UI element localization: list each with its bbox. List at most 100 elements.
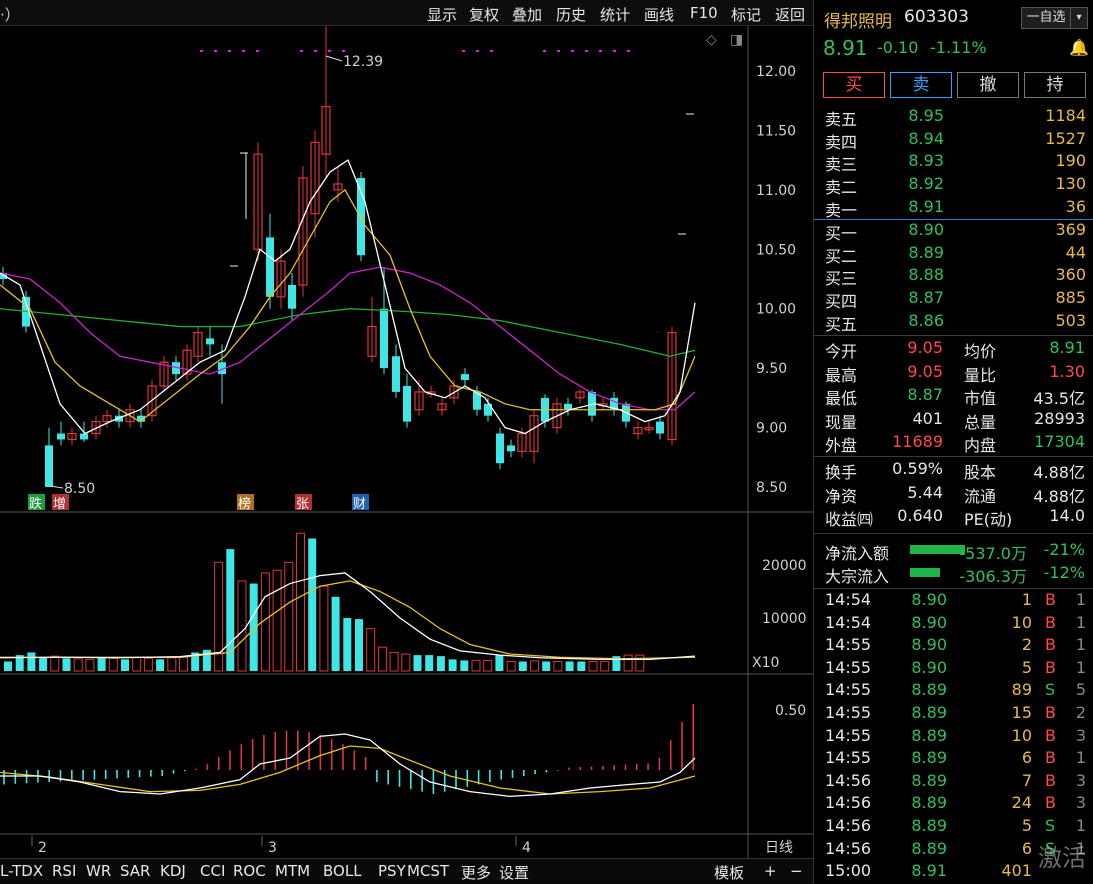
flow-pct: -21% bbox=[1043, 540, 1085, 559]
info-value: 5.44 bbox=[907, 482, 943, 502]
separator bbox=[814, 533, 1093, 534]
indicator-tab-11[interactable]: 更多 bbox=[461, 862, 491, 883]
event-tag[interactable]: 财 bbox=[353, 497, 366, 512]
ask-row[interactable]: 卖三 8.93 190 bbox=[814, 151, 1093, 174]
indicator-tab-8[interactable]: BOLL bbox=[323, 862, 362, 880]
price-axis-tick: 9.00 bbox=[756, 421, 787, 437]
event-tag[interactable]: 增 bbox=[53, 497, 66, 512]
info-label: 内盘 bbox=[964, 436, 997, 455]
bottom-right-btn-0[interactable]: 模板 bbox=[714, 862, 744, 883]
watchlist-dropdown-icon[interactable]: ▾ bbox=[1070, 7, 1088, 29]
price-axis-tick: 12.00 bbox=[756, 64, 796, 80]
ask-row[interactable]: 卖二 8.92 130 bbox=[814, 174, 1093, 197]
bid-row[interactable]: 买二 8.89 44 bbox=[814, 243, 1093, 266]
volume-bar bbox=[623, 654, 633, 672]
volume-bar bbox=[530, 660, 539, 672]
tick-price: 8.89 bbox=[911, 703, 947, 722]
alert-bell-icon[interactable]: 🔔 bbox=[1069, 38, 1089, 57]
bottom-right-btn-2[interactable]: − bbox=[790, 862, 803, 880]
tick-row: 14:54 8.90 10 B 1 bbox=[814, 613, 1093, 635]
menu-5[interactable]: 画线 bbox=[644, 4, 674, 25]
tick-volume: 15 bbox=[1011, 703, 1032, 722]
indicator-tab-7[interactable]: MTM bbox=[275, 862, 310, 880]
panel-toggle-icon[interactable]: ◨ bbox=[730, 32, 743, 48]
add-watchlist-button[interactable]: 一自选 bbox=[1021, 7, 1071, 29]
menu-6[interactable]: F10 bbox=[690, 4, 718, 22]
bid-row[interactable]: 买四 8.87 885 bbox=[814, 288, 1093, 311]
indicator-tab-6[interactable]: ROC bbox=[233, 862, 266, 880]
price-axis-tick: 10.50 bbox=[756, 242, 796, 258]
volume-bar bbox=[97, 657, 106, 671]
menu-8[interactable]: 返回 bbox=[775, 4, 805, 25]
tick-flag: B bbox=[1045, 657, 1056, 677]
tick-price: 8.89 bbox=[911, 816, 947, 835]
ask-row[interactable]: 卖四 8.94 1527 bbox=[814, 128, 1093, 152]
app-window: ·） 显示 复权 叠加 历史 统计 画线 F10 标记 返回 12.00 11.50 11.00 10… bbox=[0, 0, 1093, 884]
volume-bar bbox=[588, 660, 598, 672]
indicator-tab-2[interactable]: WR bbox=[86, 862, 111, 880]
signal-dot bbox=[342, 50, 345, 52]
book-label: 卖四 bbox=[825, 132, 858, 152]
indicator-tab-5[interactable]: CCI bbox=[200, 862, 225, 880]
candle-body bbox=[357, 177, 365, 256]
kline-chart-area[interactable]: 12.00 11.50 11.00 10.50 10.00 9.50 9.00 8.50 200… bbox=[0, 26, 813, 858]
volume-bar bbox=[448, 659, 457, 671]
indicator-tab-12[interactable]: 设置 bbox=[499, 862, 529, 883]
event-tag[interactable]: 张 bbox=[296, 497, 309, 512]
volume-bar bbox=[85, 658, 95, 672]
tick-price: 8.89 bbox=[911, 793, 947, 813]
diamond-icon[interactable]: ◇ bbox=[706, 32, 717, 48]
book-volume: 1527 bbox=[1045, 128, 1086, 148]
menu-3[interactable]: 历史 bbox=[556, 4, 586, 25]
menu-7[interactable]: 标记 bbox=[731, 4, 761, 25]
menu-2[interactable]: 叠加 bbox=[512, 4, 542, 25]
indicator-tab-10[interactable]: MCST bbox=[407, 862, 449, 880]
activation-watermark: 激活 bbox=[1038, 844, 1086, 872]
info-label: 今开 bbox=[825, 342, 858, 361]
indicator-tab-9[interactable]: PSY bbox=[378, 862, 406, 880]
tick-time: 14:56 bbox=[825, 770, 872, 790]
flow-bar bbox=[910, 568, 940, 577]
signal-dot bbox=[314, 50, 317, 52]
volume-bar bbox=[284, 561, 294, 672]
period-label[interactable]: 日线 bbox=[765, 840, 793, 856]
volume-unit-label: X10 bbox=[752, 655, 779, 671]
volume-bar bbox=[343, 618, 352, 671]
trade-button-3[interactable]: 持 bbox=[1024, 72, 1086, 98]
volume-bar bbox=[355, 619, 363, 671]
tick-flag: B bbox=[1045, 612, 1056, 632]
menu-0[interactable]: 显示 bbox=[427, 4, 457, 25]
volume-bar bbox=[214, 561, 224, 672]
trade-button-2[interactable]: 撤 bbox=[957, 72, 1019, 98]
volume-axis-tick: 10000 bbox=[762, 611, 807, 627]
signal-dot bbox=[256, 50, 259, 52]
book-price: 8.95 bbox=[908, 106, 944, 125]
price-change-pct: -1.11% bbox=[930, 38, 987, 57]
menu-4[interactable]: 统计 bbox=[600, 4, 630, 25]
bottom-right-btn-1[interactable]: + bbox=[764, 862, 777, 880]
info-value: 11689 bbox=[892, 432, 943, 451]
indicator-tab-3[interactable]: SAR bbox=[120, 862, 150, 880]
bid-row[interactable]: 买五 8.86 503 bbox=[814, 311, 1093, 334]
info-value: 4.88亿 bbox=[1033, 463, 1085, 482]
volume-bar bbox=[308, 538, 317, 671]
event-tag[interactable]: 跌 bbox=[29, 496, 42, 512]
book-label: 买五 bbox=[825, 314, 858, 334]
volume-bar bbox=[460, 660, 469, 671]
bid-row[interactable]: 买一 8.90 369 bbox=[814, 220, 1093, 243]
menu-1[interactable]: 复权 bbox=[469, 4, 499, 25]
volume-bar bbox=[272, 569, 282, 672]
bid-row[interactable]: 买三 8.88 360 bbox=[814, 265, 1093, 288]
event-tag[interactable]: 榜 bbox=[238, 496, 251, 512]
indicator-tab-0[interactable]: L-TDX bbox=[0, 862, 43, 880]
trade-button-0[interactable]: 买 bbox=[823, 72, 885, 98]
indicator-tab-1[interactable]: RSI bbox=[52, 862, 76, 880]
indicator-tab-4[interactable]: KDJ bbox=[160, 862, 186, 880]
price-axis-tick: 9.50 bbox=[756, 361, 787, 377]
info-label: 量比 bbox=[964, 365, 997, 385]
ask-row[interactable]: 卖一 8.91 36 bbox=[814, 197, 1093, 220]
macd-dea-line bbox=[0, 745, 696, 795]
trade-button-1[interactable]: 卖 bbox=[890, 72, 952, 98]
signal-dot bbox=[214, 50, 217, 52]
ask-row[interactable]: 卖五 8.95 1184 bbox=[814, 106, 1093, 129]
